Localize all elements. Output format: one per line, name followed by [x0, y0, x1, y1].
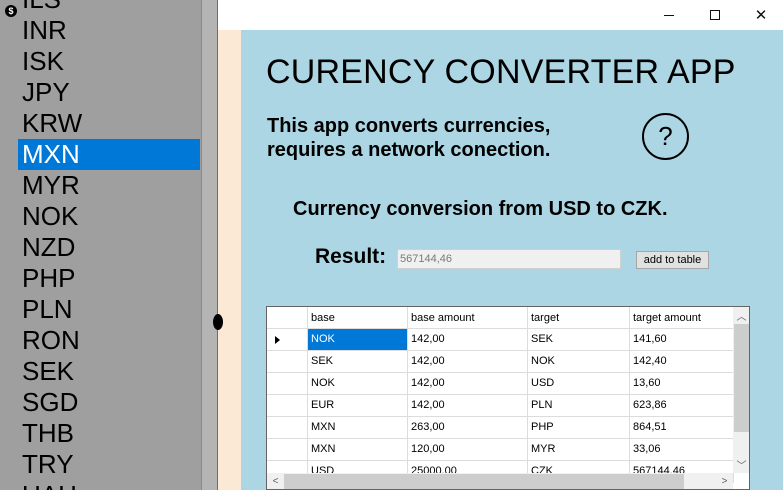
conversion-table[interactable]: base base amount target target amount NOK 142…: [266, 306, 750, 490]
dropdown-option[interactable]: MYR: [18, 170, 200, 201]
scroll-right-icon[interactable]: >: [716, 473, 733, 489]
result-label: Result:: [315, 245, 387, 268]
table-cell[interactable]: SEK: [308, 351, 408, 373]
column-header[interactable]: base: [308, 307, 408, 329]
row-header[interactable]: [267, 329, 308, 351]
vertical-scroll-thumb[interactable]: [734, 324, 749, 432]
app-description: This app converts currencies, requires a…: [267, 114, 550, 162]
horizontal-scrollbar[interactable]: < >: [267, 473, 733, 489]
column-header[interactable]: target: [528, 307, 630, 329]
dropdown-scrollbar[interactable]: [201, 0, 217, 490]
dropdown-option[interactable]: UAH: [18, 480, 200, 490]
table-row[interactable]: EUR 142,00 PLN 623,86: [267, 395, 734, 417]
table-cell[interactable]: SEK: [528, 329, 630, 351]
dropdown-option[interactable]: INR: [18, 15, 200, 46]
table-cell[interactable]: 864,51: [630, 417, 734, 439]
dropdown-option[interactable]: JPY: [18, 77, 200, 108]
table-cell[interactable]: NOK: [308, 373, 408, 395]
scroll-left-icon[interactable]: <: [267, 473, 284, 489]
table-cell[interactable]: 120,00: [408, 439, 528, 461]
table-cell[interactable]: MXN: [308, 417, 408, 439]
app-title: CURENCY CONVERTER APP: [266, 53, 736, 91]
row-header[interactable]: [267, 373, 308, 395]
table-row[interactable]: NOK 142,00 SEK 141,60: [267, 329, 734, 351]
table-cell[interactable]: 142,00: [408, 373, 528, 395]
table-cell[interactable]: PLN: [528, 395, 630, 417]
dropdown-option[interactable]: PLN: [18, 294, 200, 325]
app-icon: $: [5, 5, 17, 17]
table-header-row: base base amount target target amount: [267, 307, 734, 329]
table-cell[interactable]: MYR: [528, 439, 630, 461]
table-row[interactable]: MXN 120,00 MYR 33,06: [267, 439, 734, 461]
row-header[interactable]: [267, 395, 308, 417]
table-row[interactable]: MXN 263,00 PHP 864,51: [267, 417, 734, 439]
description-line-2: requires a network conection.: [267, 139, 551, 161]
table-cell[interactable]: PHP: [528, 417, 630, 439]
table-cell[interactable]: 142,40: [630, 351, 734, 373]
table-cell[interactable]: 13,60: [630, 373, 734, 395]
scroll-down-icon[interactable]: ﹀: [733, 456, 749, 473]
close-icon: ✕: [754, 7, 768, 24]
row-header[interactable]: [267, 351, 308, 373]
table-cell[interactable]: 142,00: [408, 329, 528, 351]
dropdown-option[interactable]: ISK: [18, 46, 200, 77]
dropdown-option[interactable]: NZD: [18, 232, 200, 263]
question-icon: ?: [658, 121, 673, 151]
horizontal-scroll-thumb[interactable]: [284, 474, 684, 489]
table-cell[interactable]: 142,00: [408, 395, 528, 417]
table-row[interactable]: SEK 142,00 NOK 142,40: [267, 351, 734, 373]
dropdown-option[interactable]: SEK: [18, 356, 200, 387]
description-line-1: This app converts currencies,: [267, 115, 551, 137]
dropdown-option[interactable]: RON: [18, 325, 200, 356]
help-button[interactable]: ?: [642, 113, 689, 160]
currency-dropdown-list[interactable]: ILSINRISKJPYKRWMXNMYRNOKNZDPHPPLNRONSEKS…: [0, 0, 218, 490]
dropdown-option[interactable]: PHP: [18, 263, 200, 294]
result-field[interactable]: 567144,46: [397, 249, 621, 269]
scroll-up-icon[interactable]: ︿: [733, 307, 749, 324]
dropdown-option[interactable]: NOK: [18, 201, 200, 232]
table-cell[interactable]: MXN: [308, 439, 408, 461]
table-cell[interactable]: NOK: [528, 351, 630, 373]
column-header[interactable]: base amount: [408, 307, 528, 329]
close-button[interactable]: ✕: [738, 0, 783, 30]
row-header[interactable]: [267, 439, 308, 461]
dropdown-option[interactable]: SGD: [18, 387, 200, 418]
dropdown-option[interactable]: KRW: [18, 108, 200, 139]
column-header[interactable]: target amount: [630, 307, 734, 329]
maximize-icon: [710, 10, 720, 20]
vertical-scrollbar[interactable]: ︿ ﹀: [733, 307, 749, 473]
row-header[interactable]: [267, 417, 308, 439]
dropdown-option[interactable]: THB: [18, 418, 200, 449]
minimize-icon: [664, 14, 674, 16]
table-cell[interactable]: 623,86: [630, 395, 734, 417]
conversion-text: Currency conversion from USD to CZK.: [293, 198, 668, 220]
table-cell[interactable]: USD: [528, 373, 630, 395]
table-cell[interactable]: NOK: [308, 329, 408, 351]
add-to-table-button[interactable]: add to table: [636, 251, 709, 269]
combo-edge-marker: [213, 314, 223, 330]
table-cell[interactable]: 141,60: [630, 329, 734, 351]
table-cell[interactable]: 33,06: [630, 439, 734, 461]
current-row-icon: [275, 336, 280, 344]
minimize-button[interactable]: [646, 0, 692, 30]
maximize-button[interactable]: [692, 0, 738, 30]
dropdown-option[interactable]: ILS: [18, 0, 200, 15]
dropdown-option[interactable]: MXN: [18, 139, 200, 170]
table-row[interactable]: NOK 142,00 USD 13,60: [267, 373, 734, 395]
table-cell[interactable]: 142,00: [408, 351, 528, 373]
header-corner: [267, 307, 308, 329]
table-cell[interactable]: EUR: [308, 395, 408, 417]
table-cell[interactable]: 263,00: [408, 417, 528, 439]
dropdown-option[interactable]: TRY: [18, 449, 200, 480]
